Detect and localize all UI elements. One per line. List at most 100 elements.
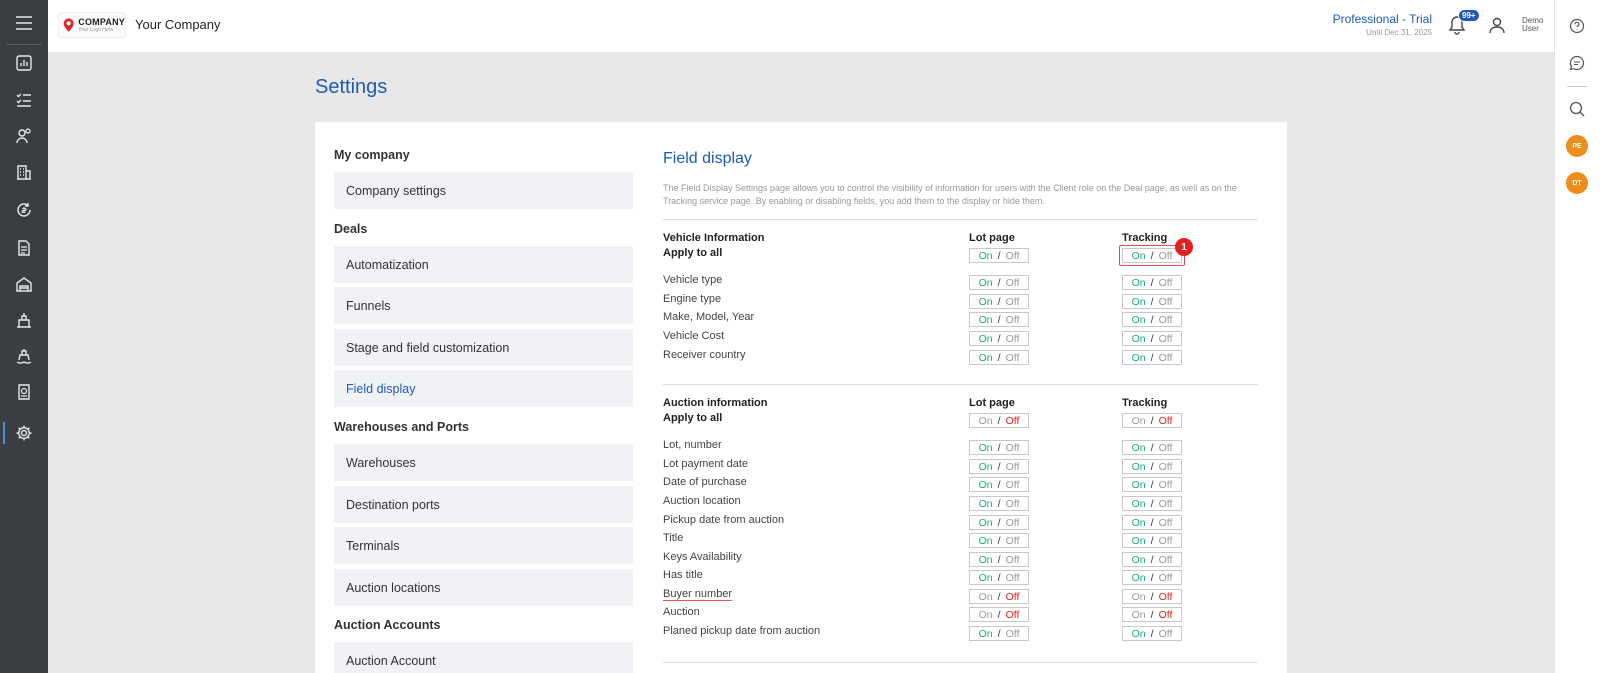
vehicle-lot-toggle[interactable]: On / Off: [969, 275, 1029, 290]
auction-lot-toggle[interactable]: On / Off: [969, 552, 1029, 567]
toggle-off-option[interactable]: Off: [1159, 314, 1173, 326]
vehicle-tracking-toggle[interactable]: On / Off: [1122, 331, 1182, 346]
dashboard-icon[interactable]: [14, 53, 34, 73]
contacts-icon[interactable]: [14, 126, 34, 146]
toggle-off-option[interactable]: Off: [1159, 352, 1173, 364]
toggle-on-option[interactable]: On: [979, 535, 993, 547]
auction-tracking-toggle[interactable]: On / Off: [1122, 477, 1182, 492]
toggle-off-option[interactable]: Off: [1006, 415, 1020, 427]
toggle-on-option[interactable]: On: [979, 554, 993, 566]
vehicle-tracking-toggle[interactable]: On / Off: [1122, 350, 1182, 365]
auction-lot-toggle[interactable]: On / Off: [969, 413, 1029, 428]
auction-tracking-toggle[interactable]: On / Off: [1122, 459, 1182, 474]
vehicle-tracking-toggle[interactable]: On / Off: [1122, 294, 1182, 309]
chat-icon[interactable]: [1568, 54, 1586, 72]
toggle-off-option[interactable]: Off: [1006, 498, 1020, 510]
nav-item-automatization[interactable]: Automatization: [334, 246, 633, 283]
auction-tracking-toggle[interactable]: On / Off: [1122, 496, 1182, 511]
toggle-on-option[interactable]: On: [979, 498, 993, 510]
toggle-on-option[interactable]: On: [1132, 333, 1146, 345]
toggle-off-option[interactable]: Off: [1159, 296, 1173, 308]
toggle-on-option[interactable]: On: [1132, 572, 1146, 584]
user-name[interactable]: Demo User: [1522, 17, 1543, 33]
nav-item-auction-account[interactable]: Auction Account: [334, 642, 633, 673]
toggle-on-option[interactable]: On: [1132, 554, 1146, 566]
toggle-off-option[interactable]: Off: [1006, 572, 1020, 584]
auction-lot-toggle[interactable]: On / Off: [969, 477, 1029, 492]
toggle-off-option[interactable]: Off: [1159, 517, 1173, 529]
toggle-on-option[interactable]: On: [979, 572, 993, 584]
toggle-on-option[interactable]: On: [979, 461, 993, 473]
toggle-off-option[interactable]: Off: [1159, 535, 1173, 547]
toggle-off-option[interactable]: Off: [1006, 442, 1020, 454]
toggle-on-option[interactable]: On: [979, 333, 993, 345]
toggle-on-option[interactable]: On: [1132, 628, 1146, 640]
auction-tracking-toggle[interactable]: On / Off: [1122, 533, 1182, 548]
toggle-off-option[interactable]: Off: [1159, 333, 1173, 345]
toggle-off-option[interactable]: Off: [1006, 277, 1020, 289]
toggle-on-option[interactable]: On: [1132, 442, 1146, 454]
vehicle-lot-toggle[interactable]: On / Off: [969, 248, 1029, 263]
toggle-on-option[interactable]: On: [1132, 535, 1146, 547]
warehouse-icon[interactable]: [14, 274, 34, 294]
toggle-on-option[interactable]: On: [979, 609, 993, 621]
toggle-off-option[interactable]: Off: [1159, 572, 1173, 584]
plan-info[interactable]: Professional - Trial Until Dec 31, 2025: [1333, 12, 1432, 37]
toggle-off-option[interactable]: Off: [1159, 628, 1173, 640]
help-icon[interactable]: [1568, 17, 1586, 35]
toggle-off-option[interactable]: Off: [1159, 461, 1173, 473]
search-icon[interactable]: [1568, 100, 1586, 118]
toggle-off-option[interactable]: Off: [1159, 554, 1173, 566]
auction-lot-toggle[interactable]: On / Off: [969, 626, 1029, 641]
vehicle-lot-toggle[interactable]: On / Off: [969, 312, 1029, 327]
nav-item-warehouses[interactable]: Warehouses: [334, 444, 633, 481]
auction-lot-toggle[interactable]: On / Off: [969, 459, 1029, 474]
avatar-pe[interactable]: PE: [1566, 135, 1588, 157]
nav-item-stage-customization[interactable]: Stage and field customization: [334, 329, 633, 366]
port-icon[interactable]: [14, 346, 34, 366]
toggle-on-option[interactable]: On: [979, 628, 993, 640]
vehicle-lot-toggle[interactable]: On / Off: [969, 350, 1029, 365]
vehicle-lot-toggle[interactable]: On / Off: [969, 294, 1029, 309]
toggle-on-option[interactable]: On: [1132, 352, 1146, 364]
toggle-on-option[interactable]: On: [1132, 609, 1146, 621]
toggle-off-option[interactable]: Off: [1159, 498, 1173, 510]
toggle-on-option[interactable]: On: [979, 517, 993, 529]
companies-icon[interactable]: [14, 162, 34, 182]
auction-tracking-toggle[interactable]: On / Off: [1122, 626, 1182, 641]
toggle-off-option[interactable]: Off: [1159, 479, 1173, 491]
toggle-on-option[interactable]: On: [1132, 415, 1146, 427]
toggle-off-option[interactable]: Off: [1006, 591, 1020, 603]
vehicle-tracking-toggle[interactable]: On / Off: [1122, 312, 1182, 327]
toggle-on-option[interactable]: On: [1132, 314, 1146, 326]
shipping-icon[interactable]: [14, 310, 34, 330]
auction-lot-toggle[interactable]: On / Off: [969, 570, 1029, 585]
toggle-on-option[interactable]: On: [979, 442, 993, 454]
vehicle-lot-toggle[interactable]: On / Off: [969, 331, 1029, 346]
toggle-off-option[interactable]: Off: [1006, 628, 1020, 640]
toggle-on-option[interactable]: On: [1132, 277, 1146, 289]
finance-icon[interactable]: [14, 200, 34, 220]
menu-icon[interactable]: [14, 13, 34, 33]
auction-lot-toggle[interactable]: On / Off: [969, 440, 1029, 455]
auction-lot-toggle[interactable]: On / Off: [969, 515, 1029, 530]
toggle-on-option[interactable]: On: [1132, 498, 1146, 510]
toggle-on-option[interactable]: On: [979, 415, 993, 427]
toggle-on-option[interactable]: On: [979, 591, 993, 603]
toggle-off-option[interactable]: Off: [1006, 517, 1020, 529]
toggle-off-option[interactable]: Off: [1006, 314, 1020, 326]
nav-item-funnels[interactable]: Funnels: [334, 287, 633, 324]
nav-item-terminals[interactable]: Terminals: [334, 527, 633, 564]
auction-tracking-toggle[interactable]: On / Off: [1122, 440, 1182, 455]
toggle-on-option[interactable]: On: [979, 296, 993, 308]
toggle-off-option[interactable]: Off: [1159, 591, 1173, 603]
toggle-off-option[interactable]: Off: [1006, 352, 1020, 364]
toggle-on-option[interactable]: On: [1132, 517, 1146, 529]
company-name[interactable]: Your Company: [135, 17, 221, 32]
toggle-off-option[interactable]: Off: [1006, 461, 1020, 473]
reports-icon[interactable]: [14, 382, 34, 402]
toggle-on-option[interactable]: On: [1132, 479, 1146, 491]
auction-tracking-toggle[interactable]: On / Off: [1122, 607, 1182, 622]
auction-tracking-toggle[interactable]: On / Off: [1122, 515, 1182, 530]
toggle-on-option[interactable]: On: [979, 277, 993, 289]
